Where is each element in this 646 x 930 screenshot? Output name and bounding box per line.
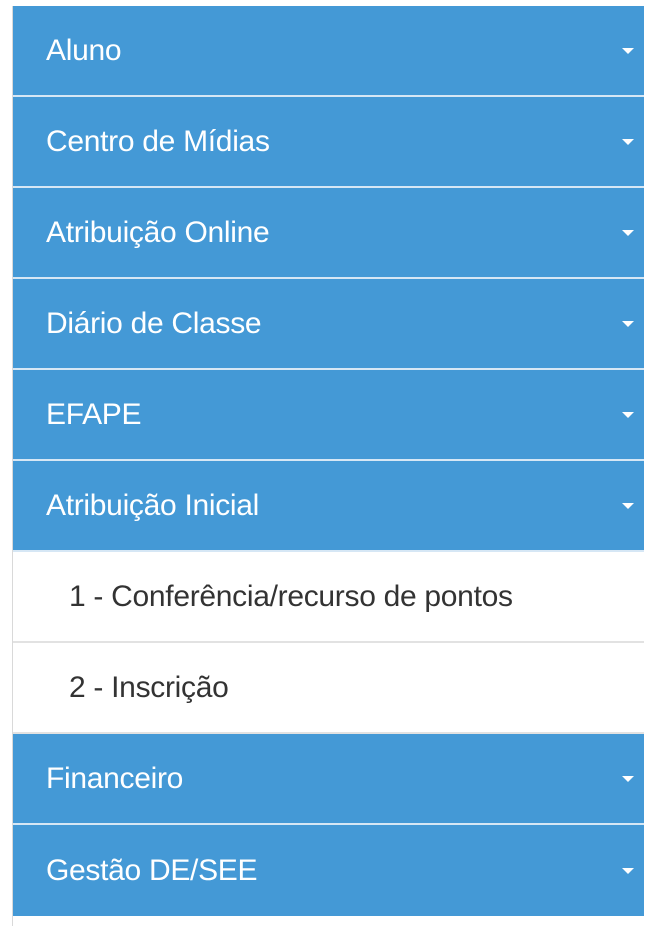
submenu-item-conferencia-recurso[interactable]: 1 - Conferência/recurso de pontos xyxy=(13,552,644,643)
caret-down-icon xyxy=(622,775,634,782)
menu-item-label: Atribuição Online xyxy=(46,215,270,249)
menu-item-label: EFAPE xyxy=(46,397,142,431)
menu-item-centro-de-midias[interactable]: Centro de Mídias xyxy=(13,97,644,188)
caret-down-icon xyxy=(622,320,634,327)
caret-down-icon xyxy=(622,411,634,418)
menu-item-label: Financeiro xyxy=(46,761,184,795)
caret-down-icon xyxy=(622,229,634,236)
menu-item-aluno[interactable]: Aluno xyxy=(13,6,644,97)
submenu-item-label: 2 - Inscrição xyxy=(69,670,229,704)
sidebar-menu: Aluno Centro de Mídias Atribuição Online… xyxy=(12,6,644,926)
caret-down-icon xyxy=(622,867,634,874)
menu-item-financeiro[interactable]: Financeiro xyxy=(13,734,644,825)
submenu-item-inscricao[interactable]: 2 - Inscrição xyxy=(13,643,644,734)
menu-item-label: Atribuição Inicial xyxy=(46,488,260,522)
menu-item-label: Gestão DE/SEE xyxy=(46,853,258,887)
menu-item-label: Centro de Mídias xyxy=(46,124,270,158)
caret-down-icon xyxy=(622,502,634,509)
menu-item-label: Aluno xyxy=(46,33,122,67)
menu-item-efape[interactable]: EFAPE xyxy=(13,370,644,461)
submenu-item-label: 1 - Conferência/recurso de pontos xyxy=(69,579,513,613)
menu-item-label: Diário de Classe xyxy=(46,306,262,340)
caret-down-icon xyxy=(622,138,634,145)
menu-item-gestao-de-see[interactable]: Gestão DE/SEE xyxy=(13,825,644,916)
menu-item-diario-de-classe[interactable]: Diário de Classe xyxy=(13,279,644,370)
menu-item-atribuicao-online[interactable]: Atribuição Online xyxy=(13,188,644,279)
caret-down-icon xyxy=(622,47,634,54)
menu-item-atribuicao-inicial[interactable]: Atribuição Inicial xyxy=(13,461,644,552)
